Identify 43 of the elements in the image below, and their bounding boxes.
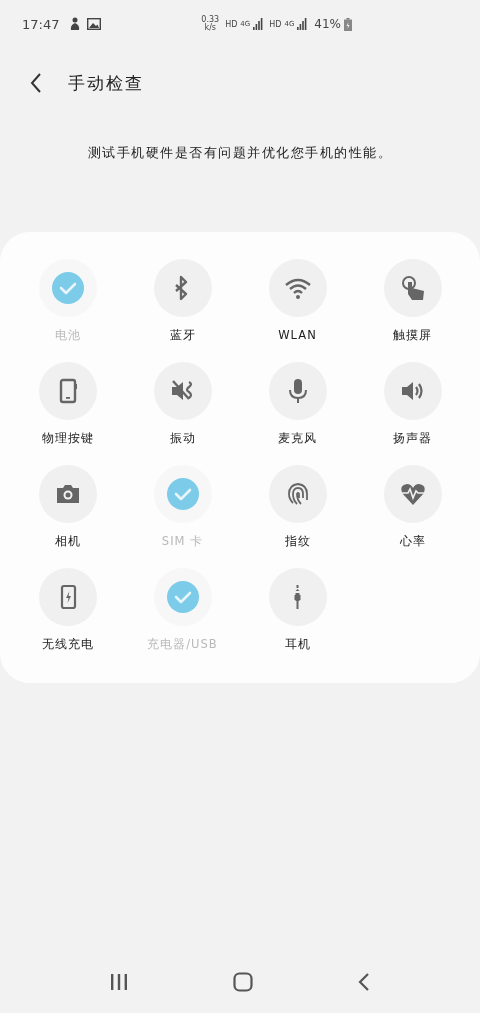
test-item[interactable]: 指纹 (240, 465, 355, 556)
test-label: 蓝牙 (169, 328, 196, 344)
test-label: 扬声器 (393, 431, 432, 447)
test-label: 充电器/USB (147, 637, 218, 653)
test-item[interactable]: 无线充电 (10, 568, 125, 659)
hd-label: HD (269, 19, 282, 29)
signal-icon (253, 18, 264, 30)
battery-percent: 41% (314, 17, 341, 31)
home-icon[interactable] (233, 971, 253, 992)
back-icon[interactable] (30, 73, 42, 93)
test-item[interactable]: 蓝牙 (125, 259, 240, 350)
clock-time: 17:47 (22, 16, 60, 32)
battery-icon (344, 17, 352, 31)
test-item[interactable]: 扬声器 (355, 362, 470, 453)
test-label: 物理按键 (41, 431, 94, 447)
test-label: 心率 (399, 534, 426, 550)
test-label: SIM 卡 (161, 534, 204, 550)
test-item[interactable]: WLAN (240, 259, 355, 350)
network-speed: 0.33 k/s (201, 16, 220, 32)
test-label: 相机 (54, 534, 81, 550)
test-item[interactable]: 振动 (125, 362, 240, 453)
test-item[interactable]: 心率 (355, 465, 470, 556)
signal-icon (297, 18, 308, 30)
test-label: 触摸屏 (393, 328, 432, 344)
back-icon[interactable] (358, 972, 370, 991)
image-icon (87, 18, 102, 30)
person-icon (69, 17, 82, 31)
test-label: 振动 (169, 431, 196, 447)
test-label: 麦克风 (278, 431, 317, 447)
recent-apps-icon[interactable] (110, 973, 128, 990)
test-label: 电池 (54, 328, 81, 344)
hd-label: HD (225, 19, 238, 29)
page-title: 手动检查 (68, 71, 144, 95)
test-item[interactable]: 触摸屏 (355, 259, 470, 350)
description-text: 测试手机硬件是否有问题并优化您手机的性能。 (86, 144, 394, 162)
test-label: 耳机 (284, 637, 311, 653)
test-item[interactable]: 相机 (10, 465, 125, 556)
test-item[interactable]: 物理按键 (10, 362, 125, 453)
test-item[interactable]: 麦克风 (240, 362, 355, 453)
test-label: 指纹 (284, 534, 311, 550)
test-item[interactable]: 耳机 (240, 568, 355, 659)
test-label: WLAN (278, 328, 317, 344)
test-label: 无线充电 (41, 637, 94, 653)
